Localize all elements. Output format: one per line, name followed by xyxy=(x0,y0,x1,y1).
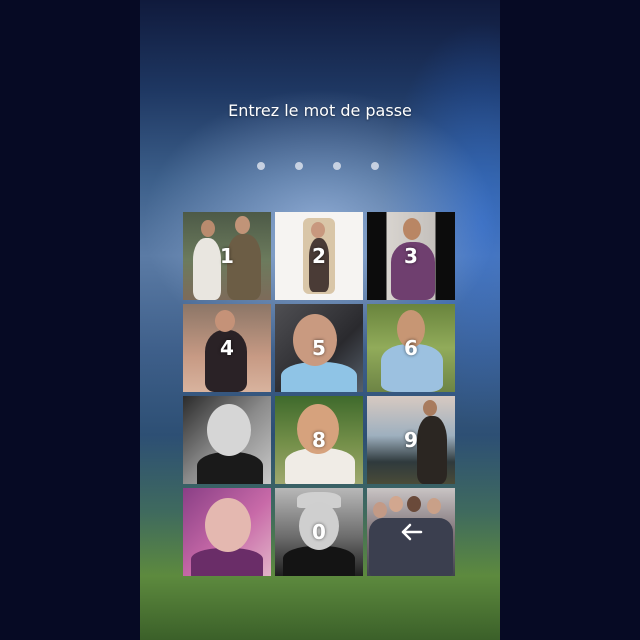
key-4[interactable]: 4 xyxy=(183,304,271,392)
key-0-label: 0 xyxy=(312,520,326,544)
key-1[interactable]: 1 xyxy=(183,212,271,300)
key-3-label: 3 xyxy=(404,244,418,268)
key-9[interactable]: 9 xyxy=(367,396,455,484)
password-prompt-title: Entrez le mot de passe xyxy=(228,101,412,120)
key-2[interactable]: 2 xyxy=(275,212,363,300)
backspace-arrow-icon xyxy=(401,523,423,541)
key-7[interactable] xyxy=(183,396,271,484)
key-0[interactable]: 0 xyxy=(275,488,363,576)
key-1-label: 1 xyxy=(220,244,234,268)
key-6[interactable]: 6 xyxy=(367,304,455,392)
photo-keypad: 1 2 3 4 5 6 8 9 0 xyxy=(183,212,455,576)
pin-dot-4 xyxy=(371,162,379,170)
key-6-label: 6 xyxy=(404,336,418,360)
key-4-label: 4 xyxy=(220,336,234,360)
key-5[interactable]: 5 xyxy=(275,304,363,392)
pin-dot-3 xyxy=(333,162,341,170)
key-5-label: 5 xyxy=(312,336,326,360)
key-8-label: 8 xyxy=(312,428,326,452)
key-2-label: 2 xyxy=(312,244,326,268)
key-3[interactable]: 3 xyxy=(367,212,455,300)
pin-dot-2 xyxy=(295,162,303,170)
lock-screen: Entrez le mot de passe 1 2 3 4 5 6 8 9 0 xyxy=(140,0,500,640)
key-9-label: 9 xyxy=(404,428,418,452)
key-10[interactable] xyxy=(183,488,271,576)
key-8[interactable]: 8 xyxy=(275,396,363,484)
pin-dots xyxy=(257,162,379,170)
pin-dot-1 xyxy=(257,162,265,170)
backspace-key[interactable] xyxy=(367,488,455,576)
